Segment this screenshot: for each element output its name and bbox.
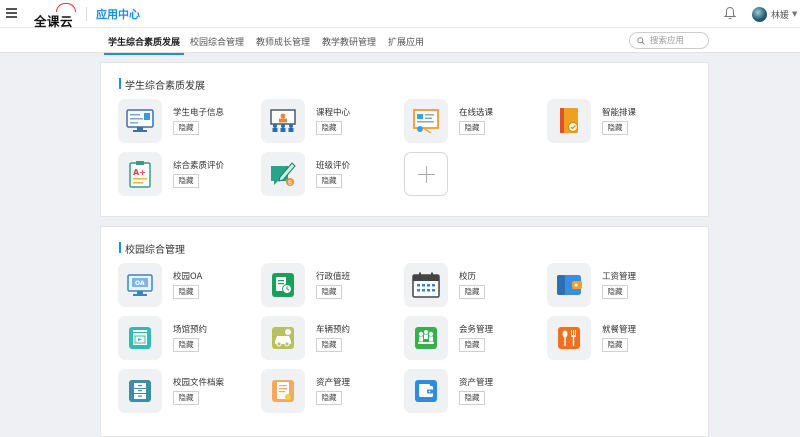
tab-extensions[interactable]: 扩展应用 (388, 35, 424, 48)
logo[interactable]: 全课云 (34, 2, 80, 29)
app-name: 在线选课 (459, 108, 494, 118)
app-name: 智能排课 (602, 108, 637, 118)
add-app-button[interactable] (404, 152, 448, 196)
search-input[interactable] (650, 35, 706, 47)
app-comprehensive-evaluation: A+ 综合素质评价 隐藏 (118, 152, 258, 198)
hide-button[interactable]: 隐藏 (602, 338, 628, 352)
hamburger-menu-icon[interactable] (6, 8, 17, 18)
hide-button[interactable]: 隐藏 (173, 285, 199, 299)
hide-button[interactable]: 隐藏 (459, 391, 485, 405)
app-name: 班级评价 (316, 161, 351, 171)
app-name: 就餐管理 (602, 325, 637, 335)
app-admin-duty: 行政值班 隐藏 (261, 263, 401, 309)
hide-button[interactable]: 隐藏 (316, 121, 342, 135)
hide-button[interactable]: 隐藏 (173, 338, 199, 352)
hide-button[interactable]: 隐藏 (316, 174, 342, 188)
hide-button[interactable]: 隐藏 (316, 285, 342, 299)
asset-wallet-icon[interactable] (404, 369, 448, 413)
app-course-center: 课程中心 隐藏 (261, 99, 401, 145)
pencil-chat-icon[interactable]: B (261, 152, 305, 196)
hide-button[interactable]: 隐藏 (459, 285, 485, 299)
svg-text:A+: A+ (133, 168, 146, 177)
app-name: 资产管理 (459, 378, 494, 388)
tab-campus-management[interactable]: 校园综合管理 (190, 35, 244, 48)
app-asset-management: 资产管理 隐藏 (261, 369, 401, 415)
app-student-info: 学生电子信息 隐藏 (118, 99, 258, 145)
hide-button[interactable]: 隐藏 (173, 174, 199, 188)
app-name: 校园OA (173, 272, 203, 282)
oa-icon[interactable]: OA (118, 263, 162, 307)
tab-teacher-growth[interactable]: 教师成长管理 (256, 35, 310, 48)
app-school-calendar: 校历 隐藏 (404, 263, 544, 309)
chevron-down-icon: ▼ (792, 10, 798, 18)
search-box[interactable] (629, 32, 709, 49)
section-title: 校园综合管理 (119, 241, 185, 256)
monitor-icon[interactable] (118, 99, 162, 143)
hide-button[interactable]: 隐藏 (173, 121, 199, 135)
app-name: 课程中心 (316, 108, 351, 118)
app-name: 资产管理 (316, 378, 351, 388)
app-name: 工资管理 (602, 272, 637, 282)
hide-button[interactable]: 隐藏 (602, 285, 628, 299)
page-title: 应用中心 (96, 8, 140, 21)
tab-student-development[interactable]: 学生综合素质发展 (103, 35, 185, 55)
car-icon[interactable] (261, 316, 305, 360)
avatar (752, 6, 767, 22)
app-name: 场馆预约 (173, 325, 208, 335)
app-smart-scheduling: 智能排课 隐藏 (547, 99, 687, 145)
app-class-evaluation: B 班级评价 隐藏 (261, 152, 401, 198)
app-name: 车辆预约 (316, 325, 351, 335)
hide-button[interactable]: 隐藏 (173, 391, 199, 405)
app-meeting-management: 会务管理 隐藏 (404, 316, 544, 362)
schedule-book-icon[interactable] (547, 99, 591, 143)
duty-icon[interactable] (261, 263, 305, 307)
dining-icon[interactable] (547, 316, 591, 360)
section-title: 学生综合素质发展 (119, 77, 205, 92)
user-menu[interactable]: 林媛 ▼ (752, 5, 797, 23)
board-icon[interactable] (404, 99, 448, 143)
app-salary-management: 工资管理 隐藏 (547, 263, 687, 309)
app-campus-archives: 校园文件档案 隐藏 (118, 369, 258, 415)
app-online-course-selection: 在线选课 隐藏 (404, 99, 544, 145)
hide-button[interactable]: 隐藏 (316, 338, 342, 352)
top-bar: 全课云 应用中心 林媛 ▼ (0, 0, 800, 29)
app-campus-oa: OA 校园OA 隐藏 (118, 263, 258, 309)
section-student-development: 学生综合素质发展 学生电子信息 隐藏 课程中心 隐藏 在线选课 隐藏 智能排课 … (100, 62, 709, 217)
search-icon (637, 37, 645, 45)
app-dining-management: 就餐管理 隐藏 (547, 316, 687, 362)
app-name: 校历 (459, 272, 477, 282)
section-campus-management: 校园综合管理 OA 校园OA 隐藏 行政值班 隐藏 校历 隐藏 工资管理 隐藏 … (100, 226, 709, 437)
username: 林媛 (771, 10, 790, 21)
header-divider (86, 7, 87, 21)
app-name: 综合素质评价 (173, 161, 225, 171)
hide-button[interactable]: 隐藏 (316, 391, 342, 405)
bell-icon[interactable] (724, 6, 736, 20)
tab-teaching-research[interactable]: 教学教研管理 (322, 35, 376, 48)
oa-icon-label: OA (135, 280, 145, 287)
app-venue-booking: 场馆预约 隐藏 (118, 316, 258, 362)
hide-button[interactable]: 隐藏 (459, 338, 485, 352)
meeting-icon[interactable] (404, 316, 448, 360)
hide-button[interactable]: 隐藏 (459, 121, 485, 135)
svg-text:B: B (288, 180, 292, 187)
app-name: 行政值班 (316, 272, 351, 282)
hide-button[interactable]: 隐藏 (602, 121, 628, 135)
cabinet-icon[interactable] (118, 369, 162, 413)
app-name: 校园文件档案 (173, 378, 225, 388)
category-tabs: 学生综合素质发展 校园综合管理 教师成长管理 教学教研管理 扩展应用 (0, 28, 800, 55)
app-name: 学生电子信息 (173, 108, 225, 118)
wallet-icon[interactable] (547, 263, 591, 307)
app-name: 会务管理 (459, 325, 494, 335)
calendar-icon[interactable] (404, 263, 448, 307)
venue-icon[interactable] (118, 316, 162, 360)
app-vehicle-booking: 车辆预约 隐藏 (261, 316, 401, 362)
grade-a-icon[interactable]: A+ (118, 152, 162, 196)
classroom-icon[interactable] (261, 99, 305, 143)
document-icon[interactable] (261, 369, 305, 413)
app-asset-management-2: 资产管理 隐藏 (404, 369, 544, 415)
